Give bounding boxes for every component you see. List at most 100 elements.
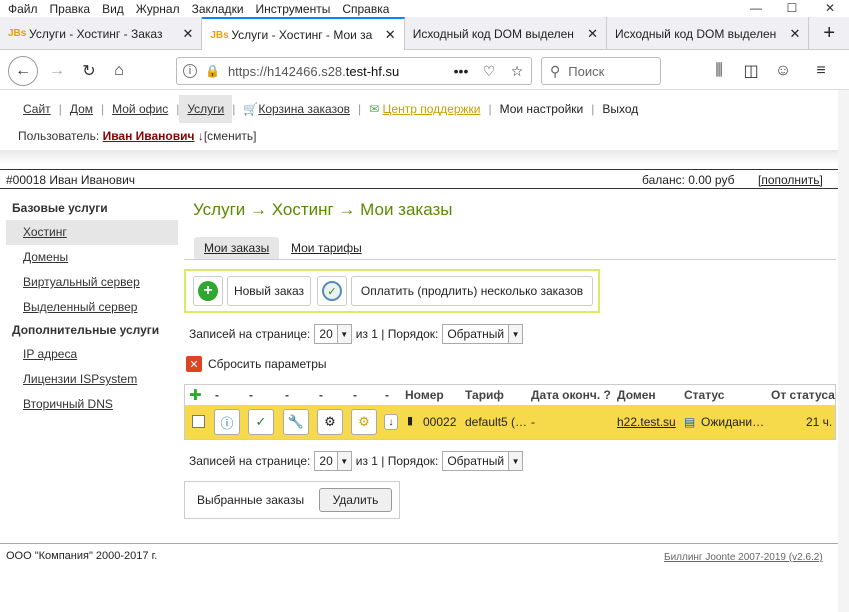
sidebar-item-vps[interactable]: Виртуальный сервер [6,270,178,295]
perpage-select[interactable]: 20 ▼ [314,451,352,471]
status-icon: ▤ [684,415,696,429]
topup-link[interactable]: [пополнить] [758,173,823,187]
tab-my-tariffs[interactable]: Мои тарифы [281,237,372,259]
clock-icon[interactable]: ✓ [248,409,274,435]
order-select[interactable]: Обратный ▼ [442,324,524,344]
hamburger-menu-icon[interactable]: ≡ [808,58,834,84]
mail-icon: ✉ [369,102,380,116]
tools-icon[interactable]: 🔧 [283,409,309,435]
col-date[interactable]: Дата оконч. ? [531,388,611,402]
col-domain[interactable]: Домен [617,388,656,402]
url-bar[interactable]: i 🔒 https://h142466.s28.test-hf.su ••• ♡… [176,57,532,85]
menu-edit[interactable]: Правка [50,2,91,16]
home-button[interactable]: ⌂ [106,58,132,84]
menu-file[interactable]: Файл [8,2,38,16]
user-name-link[interactable]: Иван Иванович [103,129,195,143]
sidebar-item-ip[interactable]: IP адреса [6,342,178,367]
gear-add-icon[interactable]: ⚙ [351,409,377,435]
sidebar-heading: Дополнительные услуги [12,323,160,337]
table-row[interactable]: ⓘ ✓ 🔧 ⚙ ⚙ ↓ ▮ 00022 default5 (… - h22.te… [185,405,835,439]
menubar: Файл Правка Вид Журнал Закладки Инструме… [0,0,849,17]
nav-settings[interactable]: Мои настройки [492,95,592,123]
pocket-icon[interactable]: ♡ [475,63,503,80]
arrow-down-icon[interactable]: ↓ [384,414,398,430]
browser-tab[interactable]: JBs Услуги - Хостинг - Заказ ✕ [0,17,203,50]
nav-home[interactable]: Дом [62,95,101,123]
nav-cart[interactable]: 🛒Корзина заказов [235,95,358,123]
order-select[interactable]: Обратный ▼ [442,451,524,471]
sidebar-item-ispsystem[interactable]: Лицензии ISPsystem [6,367,178,392]
perpage-select[interactable]: 20 ▼ [314,324,352,344]
menu-view[interactable]: Вид [102,2,124,16]
footer-billing-link[interactable]: Биллинг Joonte 2007-2019 (v2.6.2) [664,552,823,563]
navigation-toolbar: ← → ↻ ⌂ i 🔒 https://h142466.s28.test-hf.… [0,50,849,90]
account-icon[interactable]: ☺ [770,58,796,84]
new-order-button[interactable]: Новый заказ [227,276,311,306]
tab-close-icon[interactable]: ✕ [789,26,800,42]
col-status[interactable]: Статус [684,388,724,402]
chevron-down-icon: ▼ [336,325,351,343]
sidebar-heading: Базовые услуги [12,201,108,215]
forward-button[interactable]: → [44,58,70,84]
browser-tab[interactable]: Исходный код DOM выделен ✕ [607,17,810,50]
url-text[interactable]: https://h142466.s28.test-hf.su [228,64,447,79]
order-domain-link[interactable]: h22.test.su [617,415,676,429]
sidebar-item-dns[interactable]: Вторичный DNS [6,392,178,417]
maximize-button[interactable]: ☐ [774,0,810,17]
sidebar-toggle-icon[interactable]: ◫ [738,58,764,84]
sidebar: Базовые услуги Хостинг Домены Виртуальны… [6,198,178,417]
menu-tools[interactable]: Инструменты [256,2,331,16]
close-window-button[interactable]: ✕ [812,0,848,17]
nav-site[interactable]: Сайт [15,95,59,123]
info-icon[interactable]: i [183,64,197,78]
gear-icon[interactable]: ⚙ [317,409,343,435]
nav-services[interactable]: Услуги [179,95,233,123]
col-number[interactable]: Номер [405,388,444,402]
tab-close-icon[interactable]: ✕ [587,26,598,42]
page-actions-icon[interactable]: ••• [447,63,475,79]
sidebar-item-dedicated[interactable]: Выделенный сервер [6,295,178,320]
tab-close-icon[interactable]: ✕ [385,27,396,43]
reset-params[interactable]: ✕ Сбросить параметры [186,356,327,372]
footer-copyright: ООО "Компания" 2000-2017 г. [6,550,158,562]
library-icon[interactable]: ⫼ [706,58,732,84]
favicon-icon: JBs [8,28,27,39]
orders-table: ✚ - - - - - - Номер Тариф Дата оконч. ? … [184,384,836,440]
browser-tab[interactable]: Исходный код DOM выделен ✕ [405,17,608,50]
sidebar-item-hosting[interactable]: Хостинг [6,220,178,245]
sidebar-item-domains[interactable]: Домены [6,245,178,270]
back-button[interactable]: ← [8,56,38,86]
tab-title: Исходный код DOM выделен [615,26,777,41]
note-icon: ▮ [407,415,414,427]
search-input[interactable]: ⚲ Поиск [541,57,661,85]
tab-close-icon[interactable]: ✕ [182,26,193,42]
pay-clock-button[interactable]: ✓ [317,276,347,306]
add-icon[interactable]: ✚ [189,386,202,404]
info-window-icon[interactable]: ⓘ [214,409,240,435]
reload-button[interactable]: ↻ [76,58,102,84]
tab-title: Исходный код DOM выделен [412,26,574,41]
tab-title: Услуги - Хостинг - Мои за [231,28,373,42]
delete-button[interactable]: Удалить [319,488,392,512]
scrollbar[interactable] [838,90,849,612]
nav-office[interactable]: Мой офис [104,95,176,123]
order-tariff: default5 (… [465,415,528,429]
tab-bar: JBs Услуги - Хостинг - Заказ ✕ JBs Услуг… [0,17,849,51]
new-tab-button[interactable]: + [809,17,849,49]
menu-help[interactable]: Справка [342,2,389,16]
minimize-button[interactable]: — [738,0,774,17]
col-since[interactable]: От статуса [771,388,835,402]
col-tariff[interactable]: Тариф [465,388,504,402]
row-checkbox[interactable] [192,415,205,428]
change-user-link[interactable]: ↓[сменить] [198,129,257,143]
add-order-button[interactable]: + [193,276,223,306]
menu-bookmarks[interactable]: Закладки [192,2,244,16]
tab-my-orders[interactable]: Мои заказы [194,237,280,259]
nav-logout[interactable]: Выход [594,95,646,123]
pay-multiple-button[interactable]: Оплатить (продлить) несколько заказов [351,276,593,306]
perpage-bottom: Записей на странице: 20 ▼ из 1 | Порядок:… [189,451,527,471]
bookmark-star-icon[interactable]: ☆ [503,63,531,80]
nav-support[interactable]: ✉ Центр поддержки [361,95,488,123]
browser-tab-active[interactable]: JBs Услуги - Хостинг - Мои за ✕ [202,17,405,51]
menu-history[interactable]: Журнал [136,2,180,16]
